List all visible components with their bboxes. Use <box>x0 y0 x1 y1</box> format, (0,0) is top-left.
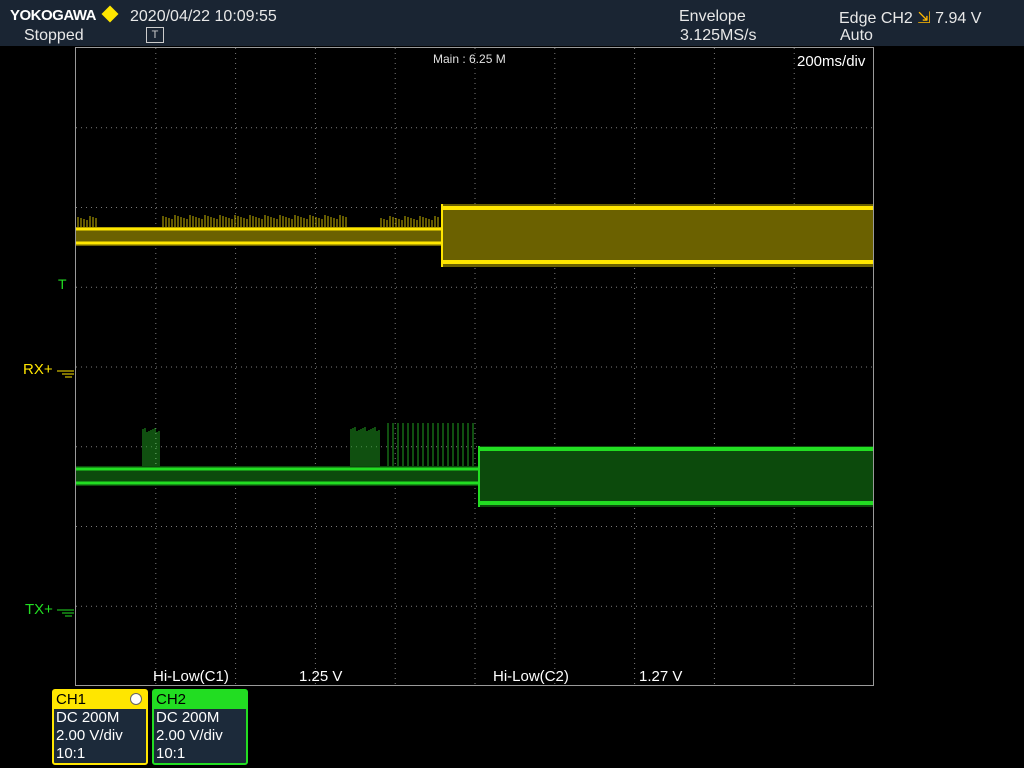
ch1-vdiv: 2.00 V/div <box>56 727 123 744</box>
ch2-ground-icon <box>57 609 74 617</box>
ch1-label: RX+ <box>23 361 53 378</box>
measurement-value-c1: 1.25 V <box>299 668 343 685</box>
ch2-label: TX+ <box>25 601 53 618</box>
measurement-value-c2: 1.27 V <box>639 668 683 685</box>
ch2-settings-panel[interactable]: CH2 DC 200M 2.00 V/div 10:1 <box>152 689 248 765</box>
time-per-division[interactable]: 200ms/div <box>797 53 865 70</box>
ch1-settings-panel[interactable]: CH1 DC 200M 2.00 V/div 10:1 <box>52 689 148 765</box>
ch2-vdiv: 2.00 V/div <box>156 727 223 744</box>
ch1-probe: 10:1 <box>56 745 86 762</box>
ch1-coupling: DC 200M <box>56 709 120 726</box>
ch2-coupling: DC 200M <box>156 709 220 726</box>
ch1-ground-icon <box>57 370 74 378</box>
ch2-title: CH2 <box>154 691 246 709</box>
ch2-probe: 10:1 <box>156 745 186 762</box>
plot-frame <box>75 47 874 686</box>
main-record-length: Main : 6.25 M <box>433 52 506 66</box>
measurement-name-c2: Hi-Low(C2) <box>493 668 569 685</box>
measurement-name-c1: Hi-Low(C1) <box>153 668 229 685</box>
trigger-level-marker[interactable]: T <box>58 276 67 292</box>
selected-indicator-icon <box>130 693 142 705</box>
